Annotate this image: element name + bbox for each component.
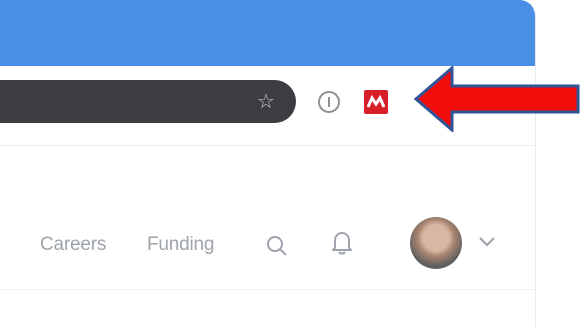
search-icon[interactable] <box>266 235 288 257</box>
bell-icon[interactable] <box>330 230 354 256</box>
browser-titlebar <box>0 0 535 66</box>
red-arrow-annotation <box>414 66 580 132</box>
chevron-down-icon[interactable] <box>476 232 498 250</box>
address-bar[interactable] <box>0 80 296 123</box>
site-header: Careers Funding <box>0 190 535 290</box>
info-extension-icon[interactable] <box>318 91 340 113</box>
nav-link-funding[interactable]: Funding <box>147 232 214 258</box>
red-m-extension-icon[interactable] <box>364 90 388 114</box>
star-icon[interactable]: ☆ <box>254 89 278 113</box>
screenshot: ☆ Careers Funding <box>0 0 580 327</box>
page-top-spacer <box>0 146 535 190</box>
nav-link-careers[interactable]: Careers <box>40 232 106 258</box>
browser-window: ☆ Careers Funding <box>0 0 536 327</box>
avatar[interactable] <box>410 217 462 269</box>
